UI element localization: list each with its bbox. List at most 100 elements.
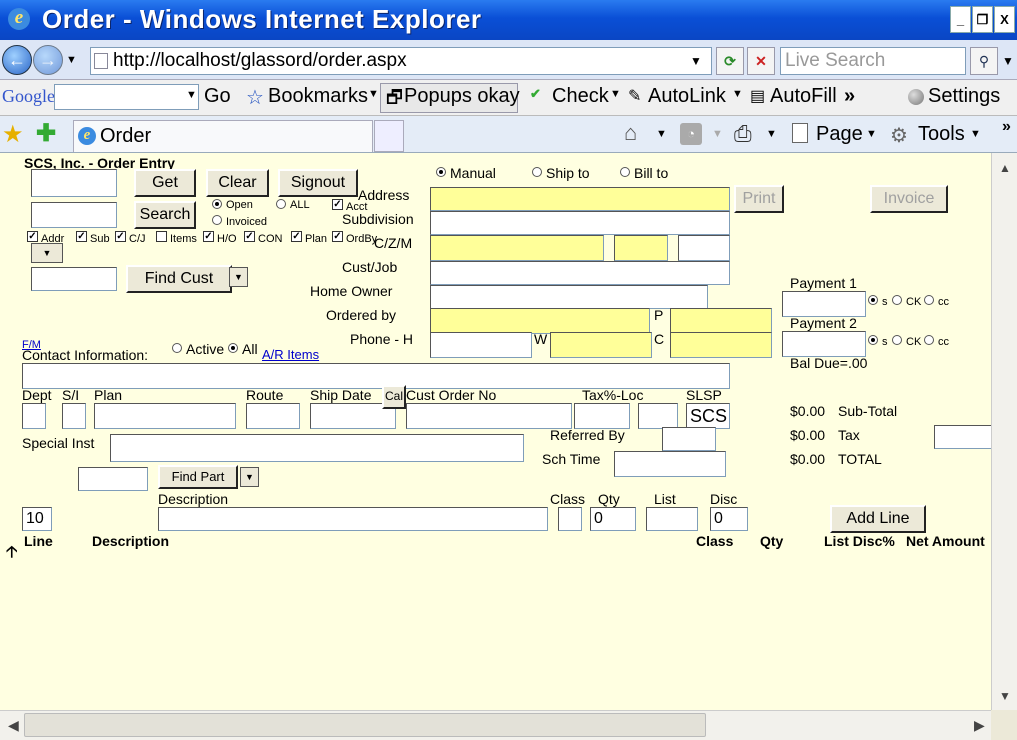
line-list-input[interactable] [646,507,698,531]
autolink-button[interactable]: AutoLink [648,85,726,108]
ship-to-radio[interactable] [532,167,542,177]
address-input[interactable]: http://localhost/glassord/order.aspx [90,47,712,75]
stop-icon[interactable]: ✕ [747,47,775,75]
find-part-button[interactable]: Find Part [158,465,238,489]
new-tab-button[interactable] [374,120,404,152]
vertical-scrollbar[interactable]: ▲ ▼ [991,153,1017,710]
contact-info-input[interactable] [22,363,730,389]
bookmarks-dropdown-icon[interactable]: ▼ [368,88,379,100]
live-search-input[interactable]: Live Search [780,47,966,75]
phone-work-input[interactable] [550,332,652,358]
find-cust-input[interactable] [31,267,117,291]
search-text-input[interactable] [31,202,117,228]
invoice-button[interactable]: Invoice [870,185,948,213]
clear-button[interactable]: Clear [206,169,269,197]
page-menu[interactable]: Page [816,123,863,146]
close-button[interactable]: X [994,6,1015,33]
ar-items-link[interactable]: A/R Items [262,347,319,362]
google-more-button[interactable]: » [844,85,855,108]
line-qty-input[interactable]: 0 [590,507,636,531]
open-radio[interactable] [212,199,222,209]
map-input[interactable] [678,235,730,261]
ordered-by-phone-input[interactable] [670,308,772,334]
bill-to-radio[interactable] [620,167,630,177]
google-search-input[interactable] [54,84,199,110]
tools-dropdown-icon[interactable]: ▼ [970,128,981,140]
slsp-input[interactable]: SCS [686,403,730,429]
autofill-button[interactable]: AutoFill [770,85,837,108]
toolbar-more-button[interactable]: » [1002,118,1011,136]
acct-checkbox[interactable]: ✓ [332,199,343,210]
addr-checkbox[interactable]: ✓ [27,231,38,242]
scroll-up-icon[interactable]: ▲ [999,161,1011,175]
print-dropdown-icon[interactable]: ▼ [766,128,777,140]
home-icon[interactable]: ⌂ [624,120,637,146]
payment2-s-radio[interactable] [868,335,878,345]
get-button[interactable]: Get [134,169,196,197]
referred-by-input[interactable] [662,427,716,451]
address-input[interactable] [430,187,730,211]
feeds-icon[interactable]: ◔ [680,123,702,145]
payment2-input[interactable] [782,331,866,357]
find-part-input[interactable] [78,467,148,491]
print-button[interactable]: Print [734,185,784,213]
all-status-radio[interactable] [276,199,286,209]
popups-okay-button[interactable]: Popups okay [404,85,520,108]
active-radio[interactable] [172,343,182,353]
payment1-input[interactable] [782,291,866,317]
print-icon[interactable]: ⎙ [734,121,752,147]
home-dropdown-icon[interactable]: ▼ [656,128,667,140]
subdivision-input[interactable] [430,211,730,235]
scroll-down-icon[interactable]: ▼ [999,689,1011,703]
plan-checkbox[interactable]: ✓ [291,231,302,242]
signout-button[interactable]: Signout [278,169,358,197]
route-input[interactable] [246,403,300,429]
calendar-button[interactable]: Cal [382,385,406,409]
plan-input[interactable] [94,403,236,429]
manual-radio[interactable] [436,167,446,177]
find-part-dropdown[interactable]: ▼ [240,467,259,487]
special-inst-input[interactable] [110,434,524,462]
page-dropdown-icon[interactable]: ▼ [866,128,877,140]
sch-time-input[interactable] [614,451,726,477]
zip-input[interactable] [614,235,668,261]
payment2-cc-radio[interactable] [924,335,934,345]
check-dropdown-icon[interactable]: ▼ [610,88,621,100]
search-options-icon[interactable]: ▼ [1002,54,1014,68]
payment1-ck-radio[interactable] [892,295,902,305]
line-disc-input[interactable]: 0 [710,507,748,531]
order-number-input[interactable] [31,169,117,197]
dept-input[interactable] [22,403,46,429]
add-favorite-icon[interactable]: ✚ [36,119,56,148]
all-contacts-radio[interactable] [228,343,238,353]
invoiced-radio[interactable] [212,215,222,225]
settings-menu[interactable]: Settings [928,85,1000,108]
items-checkbox[interactable] [156,231,167,242]
line-number-input[interactable]: 10 [22,507,52,531]
tab-order[interactable]: e Order [73,120,373,152]
phone-home-input[interactable] [430,332,532,358]
find-cust-button[interactable]: Find Cust [126,265,232,293]
check-button[interactable]: Check [552,85,609,108]
city-input[interactable] [430,235,604,261]
back-button[interactable]: ← [2,45,32,75]
payment1-s-radio[interactable] [868,295,878,305]
history-dropdown-icon[interactable]: ▼ [66,54,77,66]
sub-checkbox[interactable]: ✓ [76,231,87,242]
restore-button[interactable]: ❐ [972,6,993,33]
cust-order-no-input[interactable] [406,403,572,429]
google-go-button[interactable]: Go [204,85,231,108]
horizontal-scroll-thumb[interactable] [24,713,706,737]
tools-menu[interactable]: Tools [918,123,965,146]
forward-button[interactable]: → [33,45,63,75]
line-class-input[interactable] [558,507,582,531]
sort-up-arrow-icon[interactable]: 🡡 [6,541,18,568]
payment1-cc-radio[interactable] [924,295,934,305]
home-owner-input[interactable] [430,285,708,309]
autolink-dropdown-icon[interactable]: ▼ [732,88,743,100]
search-button[interactable]: Search [134,201,196,229]
customer-select-dropdown[interactable]: ▼ [31,243,63,263]
line-description-input[interactable] [158,507,548,531]
horizontal-scrollbar[interactable]: ◀ ▶ [0,710,991,740]
address-dropdown-icon[interactable]: ▼ [690,54,702,68]
